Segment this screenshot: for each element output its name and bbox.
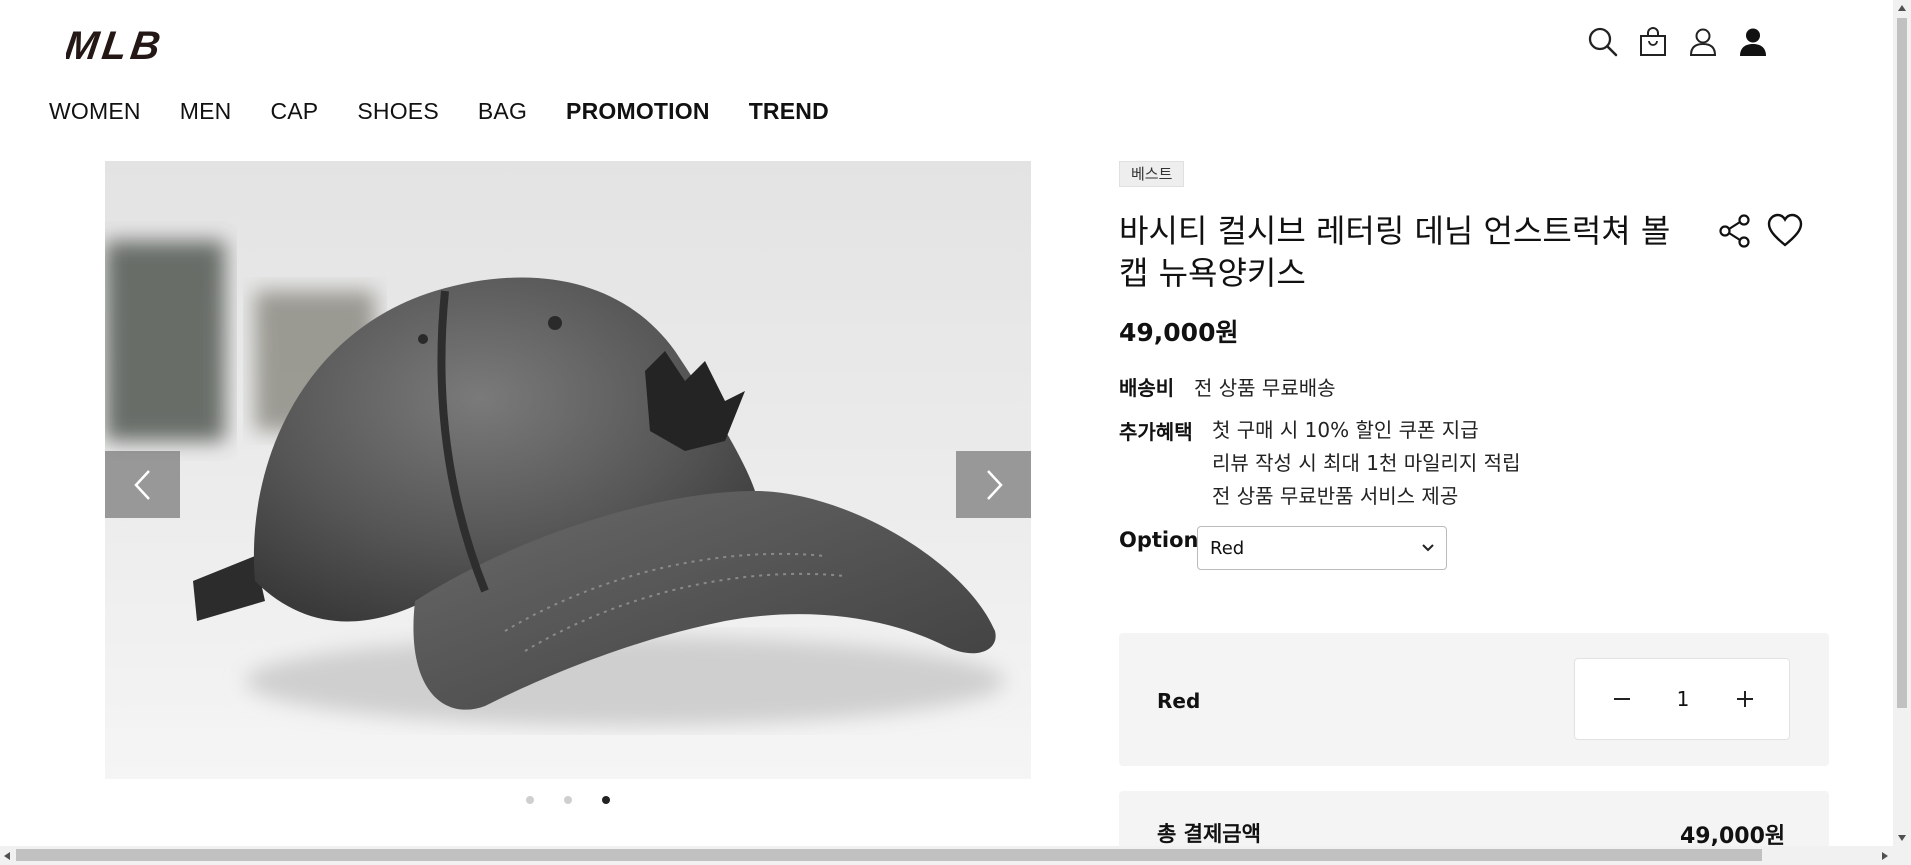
- header-icons: [1588, 24, 1768, 60]
- nav-item-bag[interactable]: BAG: [478, 98, 527, 125]
- brand-logo[interactable]: MLB: [62, 23, 224, 68]
- nav-item-shoes[interactable]: SHOES: [357, 98, 439, 125]
- gallery-dot[interactable]: [564, 796, 572, 804]
- scroll-up-icon[interactable]: [1897, 4, 1907, 12]
- gallery-pagination: [526, 796, 610, 804]
- benefits-label: 추가혜택: [1119, 420, 1193, 444]
- scroll-down-icon[interactable]: [1897, 834, 1907, 842]
- increase-quantity-button[interactable]: [1725, 679, 1765, 719]
- search-icon[interactable]: [1588, 24, 1618, 60]
- quantity-value[interactable]: 1: [1663, 687, 1703, 711]
- option-select[interactable]: Red: [1197, 526, 1447, 570]
- share-button[interactable]: [1716, 212, 1754, 250]
- shopping-bag-icon[interactable]: [1638, 24, 1668, 60]
- selected-option-name: Red: [1157, 689, 1201, 713]
- nav-item-men[interactable]: MEN: [180, 98, 232, 125]
- shipping-label: 배송비: [1119, 376, 1175, 400]
- brand-logo-text: MLB: [66, 26, 167, 66]
- nav-item-promotion[interactable]: PROMOTION: [566, 98, 710, 125]
- share-icon: [1719, 214, 1750, 248]
- scroll-left-icon[interactable]: [3, 851, 11, 861]
- vertical-scrollbar-thumb[interactable]: [1897, 18, 1907, 708]
- gallery-dot-active[interactable]: [602, 796, 610, 804]
- option-label: Option: [1119, 528, 1199, 552]
- decrease-quantity-button[interactable]: [1602, 679, 1642, 719]
- nav-item-trend[interactable]: TREND: [749, 98, 829, 125]
- benefit-item: 첫 구매 시 10% 할인 쿠폰 지급: [1212, 418, 1479, 442]
- nav-item-cap[interactable]: CAP: [270, 98, 318, 125]
- plus-icon: [1737, 691, 1753, 707]
- total-label: 총 결제금액: [1157, 822, 1261, 846]
- main-nav: WOMEN MEN CAP SHOES BAG PROMOTION TREND: [49, 98, 868, 125]
- option-selected-value: Red: [1210, 537, 1245, 559]
- product-image: [105, 161, 1031, 779]
- product-title: 바시티 컬시브 레터링 데님 언스트럭쳐 볼캡 뉴욕양키스: [1119, 212, 1671, 292]
- wishlist-button[interactable]: [1766, 212, 1804, 250]
- benefit-item: 리뷰 작성 시 최대 1천 마일리지 적립: [1212, 451, 1521, 475]
- horizontal-scrollbar-thumb[interactable]: [16, 849, 1762, 861]
- gallery-prev-button[interactable]: [105, 451, 180, 518]
- benefit-item: 전 상품 무료반품 서비스 제공: [1212, 484, 1459, 508]
- user-filled-icon[interactable]: [1738, 24, 1768, 60]
- user-outline-icon[interactable]: [1688, 24, 1718, 60]
- best-badge: 베스트: [1119, 161, 1185, 187]
- nav-item-women[interactable]: WOMEN: [49, 98, 141, 125]
- heart-icon: [1767, 213, 1803, 247]
- chevron-left-icon: [133, 469, 150, 500]
- scroll-right-icon[interactable]: [1881, 851, 1889, 861]
- gallery-next-button[interactable]: [956, 451, 1031, 518]
- chevron-down-icon: [1422, 544, 1434, 552]
- quantity-stepper: 1: [1574, 658, 1790, 740]
- shipping-value: 전 상품 무료배송: [1194, 376, 1336, 400]
- benefits-list: 첫 구매 시 10% 할인 쿠폰 지급 리뷰 작성 시 최대 1천 마일리지 적…: [1212, 414, 1520, 513]
- product-price: 49,000원: [1119, 318, 1239, 347]
- chevron-right-icon: [986, 469, 1003, 500]
- minus-icon: [1614, 698, 1630, 700]
- gallery-dot[interactable]: [526, 796, 534, 804]
